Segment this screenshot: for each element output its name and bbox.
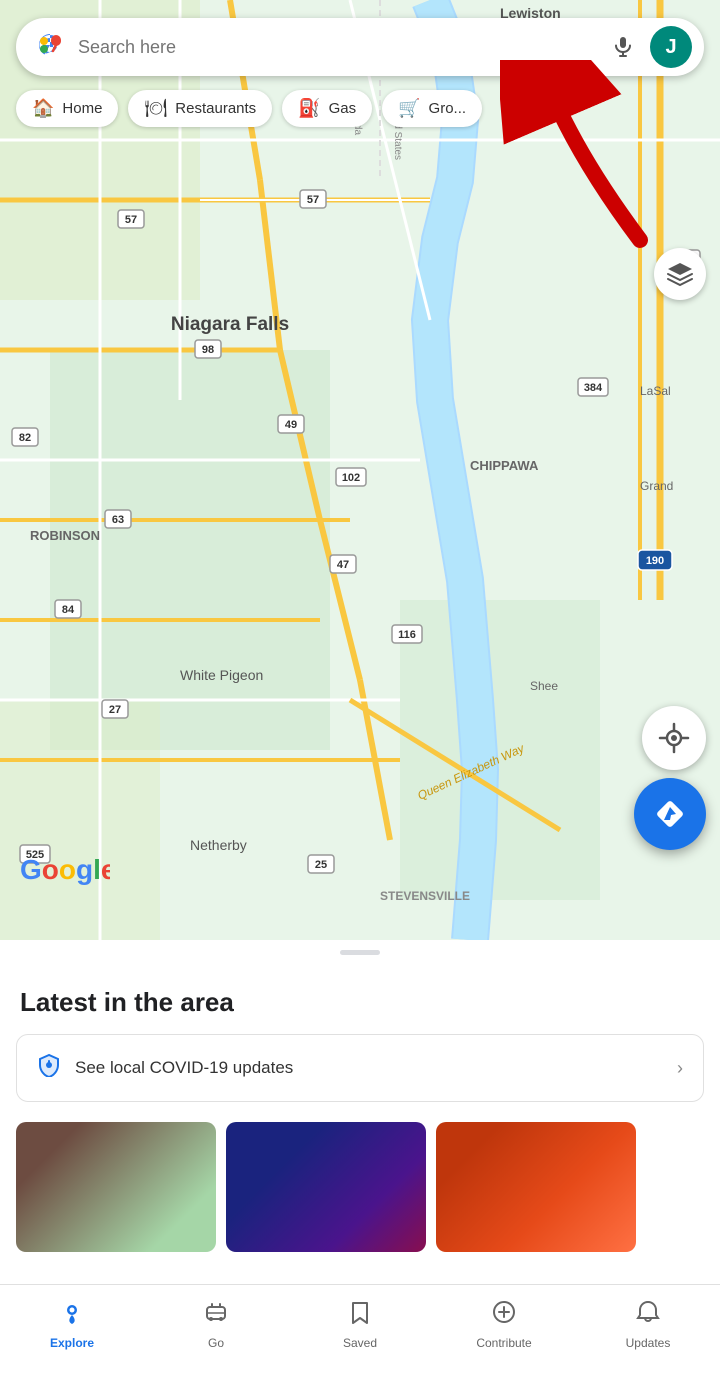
svg-text:102: 102: [342, 472, 360, 484]
gas-icon: ⛽: [298, 98, 320, 119]
microphone-button[interactable]: [604, 28, 642, 66]
svg-text:Shee: Shee: [530, 679, 558, 693]
restaurants-pill-label: Restaurants: [175, 100, 256, 117]
svg-text:25: 25: [315, 859, 327, 871]
bottom-navigation: Explore Go Saved: [0, 1284, 720, 1364]
local-photo-3[interactable]: [436, 1122, 636, 1252]
profile-avatar[interactable]: J: [650, 26, 692, 68]
contribute-icon: [491, 1299, 517, 1332]
nav-explore[interactable]: Explore: [0, 1299, 144, 1350]
local-photo-1[interactable]: [16, 1122, 216, 1252]
search-bar[interactable]: J: [16, 18, 704, 76]
home-category-pill[interactable]: 🏠 Home: [16, 90, 118, 127]
google-branding: Google: [20, 851, 110, 890]
shield-icon: [37, 1053, 61, 1083]
chevron-right-icon: ›: [677, 1058, 683, 1079]
map-area[interactable]: Queen Elizabeth Way United States Canada…: [0, 0, 720, 940]
svg-text:STEVENSVILLE: STEVENSVILLE: [380, 889, 470, 903]
nav-contribute[interactable]: Contribute: [432, 1299, 576, 1350]
explore-icon: [59, 1299, 85, 1332]
sheet-drag-handle[interactable]: [340, 950, 380, 955]
local-photo-2[interactable]: [226, 1122, 426, 1252]
home-icon: 🏠: [32, 98, 54, 119]
saved-nav-label: Saved: [343, 1336, 377, 1350]
svg-text:Google: Google: [20, 854, 110, 885]
restaurant-icon: 🍽: [144, 98, 167, 119]
go-nav-label: Go: [208, 1336, 224, 1350]
svg-text:190: 190: [646, 555, 664, 567]
map-layer-toggle-button[interactable]: [654, 248, 706, 300]
groceries-pill-label: Gro...: [429, 100, 467, 117]
nav-updates[interactable]: Updates: [576, 1299, 720, 1350]
contribute-nav-label: Contribute: [476, 1336, 531, 1350]
bottom-sheet-handle-container: [0, 940, 720, 955]
home-pill-label: Home: [62, 100, 102, 117]
explore-nav-label: Explore: [50, 1336, 94, 1350]
covid-card-label: See local COVID-19 updates: [75, 1058, 663, 1078]
go-icon: [203, 1299, 229, 1332]
local-photos-row: [0, 1122, 720, 1252]
nav-go[interactable]: Go: [144, 1299, 288, 1350]
svg-text:Netherby: Netherby: [190, 837, 247, 853]
search-input[interactable]: [78, 37, 604, 58]
groceries-category-pill[interactable]: 🛒 Gro...: [382, 90, 482, 127]
updates-icon: [635, 1299, 661, 1332]
google-maps-logo-icon: [32, 29, 68, 65]
svg-text:White Pigeon: White Pigeon: [180, 667, 263, 683]
svg-text:57: 57: [125, 214, 137, 226]
svg-text:Grand: Grand: [640, 479, 673, 493]
svg-text:LaSal: LaSal: [640, 384, 671, 398]
groceries-icon: 🛒: [398, 98, 420, 119]
svg-text:98: 98: [202, 344, 214, 356]
svg-text:84: 84: [62, 604, 75, 616]
svg-text:82: 82: [19, 432, 31, 444]
svg-text:CHIPPAWA: CHIPPAWA: [470, 458, 539, 473]
category-pills: 🏠 Home 🍽 Restaurants ⛽ Gas 🛒 Gro...: [16, 90, 482, 127]
section-title: Latest in the area: [0, 987, 720, 1018]
my-location-button[interactable]: [642, 706, 706, 770]
svg-text:384: 384: [584, 382, 603, 394]
saved-icon: [347, 1299, 373, 1332]
svg-text:47: 47: [337, 559, 349, 571]
covid-updates-card[interactable]: See local COVID-19 updates ›: [16, 1034, 704, 1102]
gas-pill-label: Gas: [329, 100, 357, 117]
svg-text:ROBINSON: ROBINSON: [30, 528, 100, 543]
restaurants-category-pill[interactable]: 🍽 Restaurants: [128, 90, 272, 127]
svg-text:63: 63: [112, 514, 124, 526]
gas-category-pill[interactable]: ⛽ Gas: [282, 90, 372, 127]
svg-text:27: 27: [109, 704, 121, 716]
svg-text:Niagara Falls: Niagara Falls: [171, 314, 289, 335]
updates-nav-label: Updates: [626, 1336, 671, 1350]
nav-saved[interactable]: Saved: [288, 1299, 432, 1350]
svg-text:57: 57: [307, 194, 319, 206]
start-navigation-button[interactable]: [634, 778, 706, 850]
svg-text:116: 116: [398, 629, 416, 641]
svg-text:49: 49: [285, 419, 297, 431]
